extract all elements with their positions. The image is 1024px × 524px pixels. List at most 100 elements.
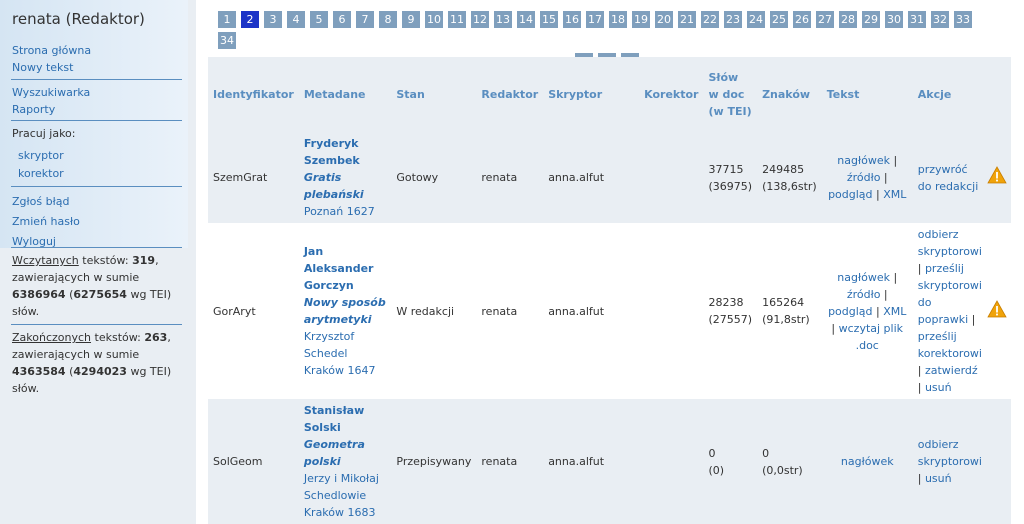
text-link-3[interactable]: XML <box>883 305 906 318</box>
page-link-3[interactable]: 3 <box>264 11 282 28</box>
work-as-label: Pracuj jako: <box>12 127 76 140</box>
cell-words: 0 (0) <box>703 399 758 524</box>
page-link-11[interactable]: 11 <box>448 11 466 28</box>
page-link-7[interactable]: 7 <box>356 11 374 28</box>
meta-publication: Krzysztof Schedel Kraków 1647 <box>303 330 376 377</box>
nav-new-text[interactable]: Nowy tekst <box>0 59 188 76</box>
action-link-0[interactable]: odbierz skryptorowi <box>918 228 982 258</box>
page-link-25[interactable]: 25 <box>770 11 788 28</box>
text-link-3[interactable]: XML <box>883 188 906 201</box>
meta-title-link[interactable]: Gratis plebański <box>304 171 364 201</box>
nav-change-password[interactable]: Zmień hasło <box>0 212 188 232</box>
action-link-2[interactable]: prześlij korektorowi <box>918 330 982 360</box>
cell-words: 37715 (36975) <box>703 132 758 223</box>
page-link-15[interactable]: 15 <box>540 11 558 28</box>
page-link-34[interactable]: 34 <box>218 32 236 49</box>
text-link-2[interactable]: podgląd <box>828 305 872 318</box>
page-link-33[interactable]: 33 <box>954 11 972 28</box>
action-link-3[interactable]: zatwierdź <box>925 364 978 377</box>
page-link-28[interactable]: 28 <box>839 11 857 28</box>
nav-home[interactable]: Strona główna <box>0 42 188 59</box>
meta-author-link[interactable]: Jan Aleksander Gorczyn <box>304 245 374 292</box>
text-link-1[interactable]: źródło <box>847 288 881 301</box>
col-corrector: Korektor <box>639 57 704 132</box>
divider <box>11 79 182 80</box>
page-link-9[interactable]: 9 <box>402 11 420 28</box>
page-link-32[interactable]: 32 <box>931 11 949 28</box>
page-link-4[interactable]: 4 <box>287 11 305 28</box>
text-link-0[interactable]: nagłówek <box>837 271 890 284</box>
cell-warning <box>986 132 1011 223</box>
nav-report-bug[interactable]: Zgłoś błąd <box>0 192 188 212</box>
page-link-31[interactable]: 31 <box>908 11 926 28</box>
cell-editor-value: renata <box>481 171 518 184</box>
page-link-6[interactable]: 6 <box>333 11 351 28</box>
cell-corrector <box>639 399 704 524</box>
cell-scriptor: anna.alfut <box>543 223 639 399</box>
page-link-23[interactable]: 23 <box>724 11 742 28</box>
cell-actions: odbierz skryptorowi | usuń <box>912 399 987 524</box>
page-link-8[interactable]: 8 <box>379 11 397 28</box>
meta-author-link[interactable]: Stanisław Solski <box>304 404 364 434</box>
meta-author-link[interactable]: Fryderyk Szembek <box>304 137 360 167</box>
action-link-1[interactable]: usuń <box>925 472 952 485</box>
cell-id: SzemGrat <box>213 171 268 184</box>
stats-loaded: Wczytanych tekstów: 319, zawierających w… <box>12 254 172 318</box>
action-link-0[interactable]: odbierz skryptorowi <box>918 438 982 468</box>
page-link-10[interactable]: 10 <box>425 11 443 28</box>
page-link-16[interactable]: 16 <box>563 11 581 28</box>
sidebar: renata (Redaktor) Strona główna Nowy tek… <box>0 0 196 524</box>
page-link-14[interactable]: 14 <box>517 11 535 28</box>
meta-title-link[interactable]: Nowy sposób arytmetyki <box>304 296 386 326</box>
page-link-18[interactable]: 18 <box>609 11 627 28</box>
cell-state-value: Gotowy <box>396 171 439 184</box>
action-link-1[interactable]: prześlij skryptorowi do poprawki <box>918 262 982 326</box>
text-link-4[interactable]: wczytaj plik .doc <box>839 322 903 352</box>
action-link-4[interactable]: usuń <box>925 381 952 394</box>
page-link-2[interactable]: 2 <box>241 11 259 28</box>
word-count: 0 <box>708 446 716 460</box>
meta-title-link[interactable]: Geometra polski <box>304 438 365 468</box>
work-as-corrector[interactable]: korektor <box>0 165 188 183</box>
cell-chars: 165264 (91,8str) <box>757 223 822 399</box>
cell-scriptor-value: anna.alfut <box>548 455 605 468</box>
page-link-22[interactable]: 22 <box>701 11 719 28</box>
text-link-1[interactable]: źródło <box>847 171 881 184</box>
page-link-24[interactable]: 24 <box>747 11 765 28</box>
cell-state: W redakcji <box>391 223 476 399</box>
page-link-13[interactable]: 13 <box>494 11 512 28</box>
col-chars: Znaków <box>757 57 822 132</box>
cell-editor: renata <box>476 132 544 223</box>
cell-id: GorAryt <box>213 304 256 318</box>
page-link-21[interactable]: 21 <box>678 11 696 28</box>
nav-search[interactable]: Wyszukiwarka <box>0 84 188 101</box>
cell-actions: odbierz skryptorowi | prześlij skryptoro… <box>917 228 982 394</box>
page-link-20[interactable]: 20 <box>655 11 673 28</box>
col-scriptor: Skryptor <box>543 57 640 132</box>
action-link-0[interactable]: przywróć do redakcji <box>918 163 979 193</box>
page-link-26[interactable]: 26 <box>793 11 811 28</box>
page-link-30[interactable]: 30 <box>885 11 903 28</box>
page-link-19[interactable]: 19 <box>632 11 650 28</box>
nav-reports[interactable]: Raporty <box>0 101 188 118</box>
cell-text-links: nagłówek | źródło | podgląd | XML <box>821 132 913 223</box>
page-link-1[interactable]: 1 <box>218 11 236 28</box>
page-link-29[interactable]: 29 <box>862 11 880 28</box>
cell-editor: renata <box>476 223 543 399</box>
cell-state-value: Przepisywany <box>396 455 472 468</box>
text-link-0[interactable]: nagłówek <box>837 154 890 167</box>
work-as-scriptor[interactable]: skryptor <box>0 147 188 165</box>
page-link-12[interactable]: 12 <box>471 11 489 28</box>
cell-warning <box>986 399 1011 524</box>
text-link-2[interactable]: podgląd <box>828 188 872 201</box>
word-count: 28238 <box>708 296 744 309</box>
divider <box>11 120 182 121</box>
page-link-5[interactable]: 5 <box>310 11 328 28</box>
cell-identifier: GorAryt <box>208 223 299 399</box>
page-link-27[interactable]: 27 <box>816 11 834 28</box>
text-link-0[interactable]: nagłówek <box>841 455 894 468</box>
cell-metadata: Jan Aleksander Gorczyn Nowy sposób arytm… <box>299 223 392 399</box>
cell-state: Gotowy <box>391 132 477 223</box>
page-link-17[interactable]: 17 <box>586 11 604 28</box>
nav-logout[interactable]: Wyloguj <box>0 232 188 252</box>
